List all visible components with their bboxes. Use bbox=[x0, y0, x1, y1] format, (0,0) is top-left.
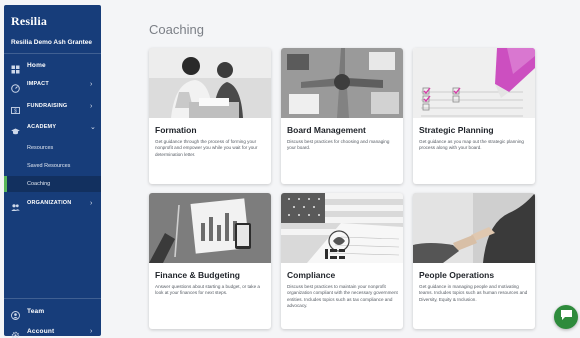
chevron-right-icon: › bbox=[90, 327, 93, 335]
sidebar-item-coaching[interactable]: Coaching bbox=[4, 176, 101, 192]
card-description: Discuss best practices for choosing and … bbox=[287, 139, 390, 151]
divider bbox=[4, 298, 101, 299]
page-title: Coaching bbox=[149, 22, 204, 37]
card-image bbox=[281, 193, 403, 263]
nav-academy[interactable]: ACADEMY ⌄ bbox=[4, 118, 101, 136]
org-name[interactable]: Resilia Demo Ash Grantee bbox=[11, 39, 92, 46]
coaching-card-board-management[interactable]: Board Management Discuss best practices … bbox=[281, 48, 403, 184]
chat-button[interactable] bbox=[554, 305, 578, 329]
card-description: Get guidance in managing people and moti… bbox=[419, 284, 528, 302]
card-description: Get guidance through the process of form… bbox=[155, 139, 258, 157]
chevron-right-icon: › bbox=[90, 199, 93, 207]
graduation-cap-icon bbox=[11, 123, 20, 134]
nav-account[interactable]: Account › bbox=[4, 322, 101, 338]
card-image bbox=[149, 193, 271, 263]
gear-icon bbox=[11, 327, 20, 338]
chevron-down-icon: ⌄ bbox=[90, 124, 96, 131]
card-title: Strategic Planning bbox=[419, 125, 494, 135]
brand-logo[interactable]: Resilia bbox=[11, 14, 47, 29]
card-title: Finance & Budgeting bbox=[155, 270, 240, 280]
sidebar: Resilia Resilia Demo Ash Grantee Home IM… bbox=[4, 5, 101, 338]
team-icon bbox=[11, 307, 20, 320]
nav-academy-label: ACADEMY bbox=[27, 124, 57, 130]
nav-account-label: Account bbox=[27, 327, 55, 335]
nav-impact-label: IMPACT bbox=[27, 81, 49, 87]
home-icon bbox=[11, 61, 20, 73]
people-icon bbox=[11, 199, 20, 211]
coaching-card-formation[interactable]: Formation Get guidance through the proce… bbox=[149, 48, 271, 184]
coaching-card-strategic-planning[interactable]: Strategic Planning Get guidance as you m… bbox=[413, 48, 535, 184]
coaching-card-people-operations[interactable]: People Operations Get guidance in managi… bbox=[413, 193, 535, 329]
card-description: Discuss best practices to maintain your … bbox=[287, 284, 398, 309]
nav-fundraising[interactable]: $ FUNDRAISING › bbox=[4, 97, 101, 115]
card-image bbox=[413, 48, 535, 118]
nav-fundraising-label: FUNDRAISING bbox=[27, 103, 68, 109]
nav-organization[interactable]: ORGANIZATION › bbox=[4, 194, 101, 212]
svg-text:$: $ bbox=[14, 108, 17, 114]
card-image bbox=[413, 193, 535, 263]
nav-impact[interactable]: IMPACT › bbox=[4, 75, 101, 93]
sidebar-item-label: Saved Resources bbox=[27, 163, 71, 169]
sidebar-item-label: Resources bbox=[27, 145, 54, 151]
card-title: Formation bbox=[155, 125, 197, 135]
card-title: People Operations bbox=[419, 270, 495, 280]
gauge-icon bbox=[11, 80, 20, 93]
sidebar-item-saved-resources[interactable]: Saved Resources bbox=[4, 158, 101, 174]
card-description: Answer questions about starting a budget… bbox=[155, 284, 260, 296]
card-title: Compliance bbox=[287, 270, 336, 280]
chat-bubble-icon bbox=[560, 308, 573, 326]
card-title: Board Management bbox=[287, 125, 366, 135]
nav-organization-label: ORGANIZATION bbox=[27, 200, 72, 206]
nav-home-label: Home bbox=[27, 61, 46, 69]
nav-team-label: Team bbox=[27, 307, 45, 315]
card-image bbox=[149, 48, 271, 118]
card-description: Get guidance as you map out the strategi… bbox=[419, 139, 524, 151]
divider bbox=[4, 53, 101, 54]
nav-team[interactable]: Team bbox=[4, 302, 101, 320]
coaching-card-finance-budgeting[interactable]: Finance & Budgeting Answer questions abo… bbox=[149, 193, 271, 329]
card-image bbox=[281, 48, 403, 118]
coaching-card-compliance[interactable]: Compliance Discuss best practices to mai… bbox=[281, 193, 403, 329]
chevron-right-icon: › bbox=[90, 80, 93, 88]
nav-home[interactable]: Home bbox=[4, 56, 101, 74]
sidebar-item-resources[interactable]: Resources bbox=[4, 140, 101, 156]
sidebar-item-label: Coaching bbox=[27, 181, 51, 187]
chevron-right-icon: › bbox=[90, 102, 93, 110]
dollar-icon: $ bbox=[11, 102, 20, 114]
